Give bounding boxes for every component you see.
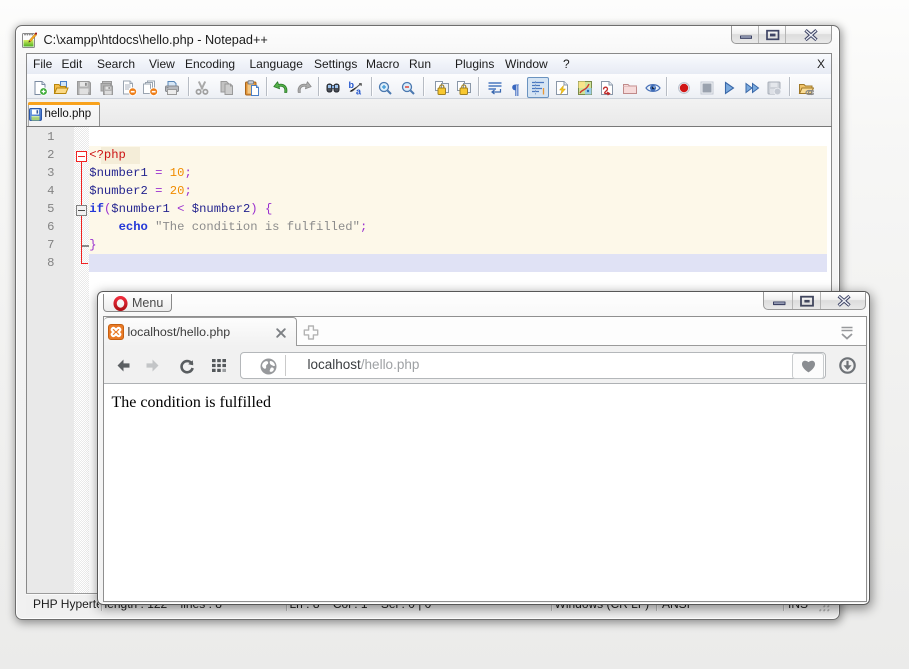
svg-text:b: b: [348, 80, 354, 90]
svg-text:¶: ¶: [512, 82, 520, 96]
svg-text:a: a: [356, 86, 362, 96]
